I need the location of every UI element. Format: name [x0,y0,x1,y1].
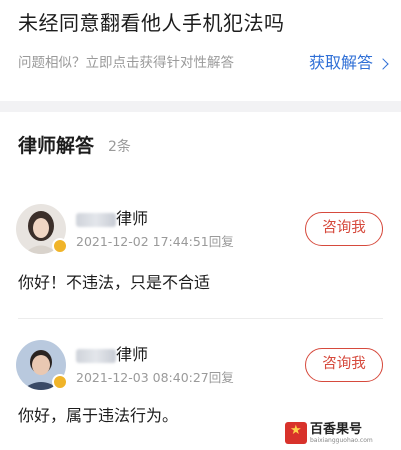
watermark-sub: baixiangguohao.com [310,436,373,444]
lawyer-name-blurred [76,213,116,227]
lawyer-answers-card: 律师解答 2条 律师 2021-12-02 17:44:51回复 咨询我 你好！… [0,112,401,450]
answer-text: 你好，属于违法行为。 [18,406,179,425]
divider [18,318,383,319]
chevron-right-icon [377,57,389,70]
verified-badge-icon [52,374,68,390]
watermark-logo: 百香果号 baixiangguohao.com [285,418,397,448]
answer-time: 2021-12-03 08:40:27回复 [76,370,234,385]
section-title: 律师解答 [18,135,95,157]
answer-text: 你好！不违法，只是不合适 [18,273,211,292]
verified-badge-icon [52,238,68,254]
lawyer-title: 律师 [116,345,149,364]
answer-time: 2021-12-02 17:44:51回复 [76,234,234,249]
consult-button[interactable]: 咨询我 [305,212,383,246]
watermark-text: 百香果号 baixiangguohao.com [310,423,373,444]
flag-logo-icon [285,422,307,444]
watermark-main: 百香果号 [310,421,363,437]
consult-button[interactable]: 咨询我 [305,348,383,382]
lawyer-name-blurred [76,349,116,363]
question-card: 未经同意翻看他人手机犯法吗 问题相似？立即点击获得针对性解答 获取解答 [0,0,401,101]
get-answer-label: 获取解答 [308,53,373,72]
get-answer-link[interactable]: 获取解答 [308,50,389,76]
answer-count: 2条 [108,139,131,155]
similar-question-hint: 问题相似？立即点击获得针对性解答 [18,55,234,71]
lawyer-title: 律师 [116,209,149,228]
question-title: 未经同意翻看他人手机犯法吗 [18,11,285,35]
